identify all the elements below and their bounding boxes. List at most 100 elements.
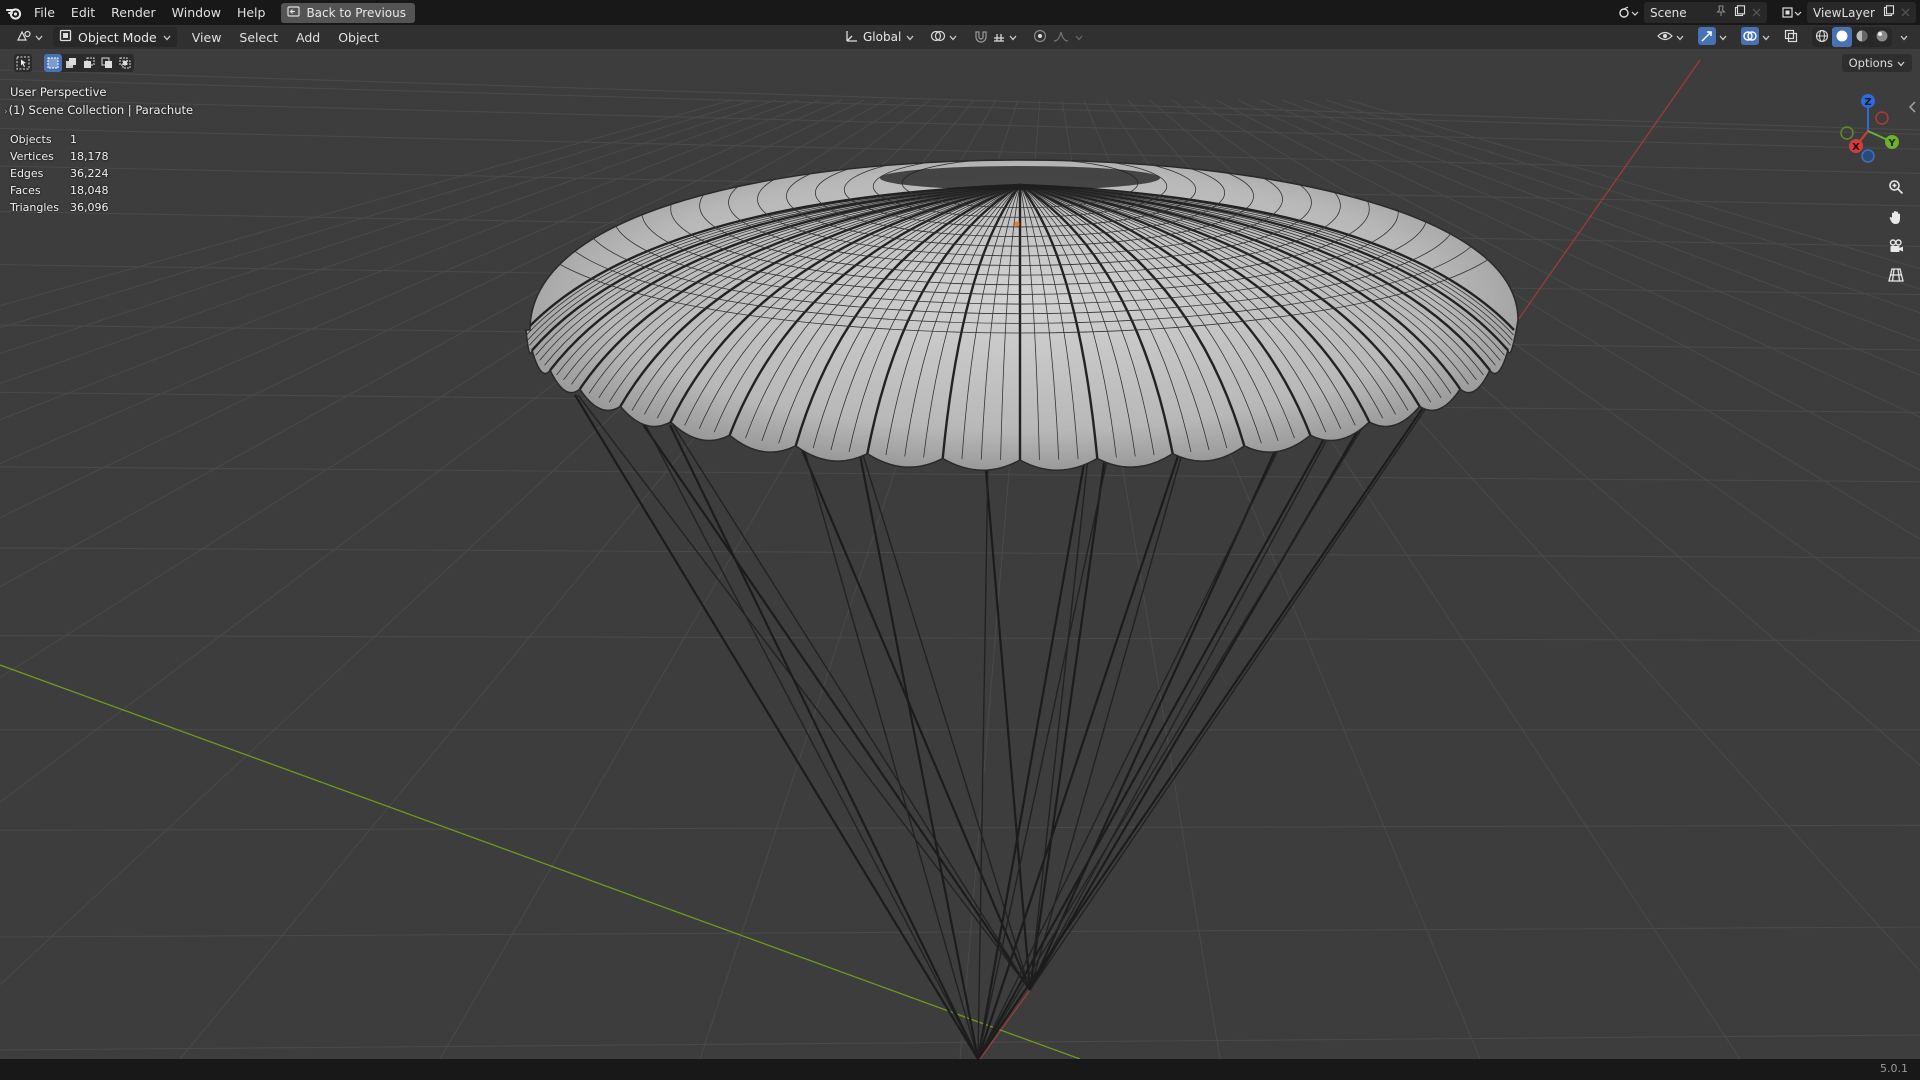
chevron-down-icon [1009,30,1017,44]
menu-file[interactable]: File [26,0,63,25]
wireframe-shading-button[interactable] [1812,27,1832,47]
options-label: Options [1848,56,1893,70]
menu-render[interactable]: Render [103,0,164,25]
chevron-down-icon [1676,30,1684,44]
chevron-down-icon [35,30,43,44]
visibility-dropdown[interactable] [1651,27,1690,47]
remove-scene-icon[interactable] [1752,6,1761,20]
viewlayer-selector[interactable]: ViewLayer [1807,2,1916,23]
x-axis-line [1517,59,1701,321]
object-mode-icon [59,29,72,45]
snap-grid-icon [992,29,1006,46]
transform-orientation-label: Global [863,30,902,44]
expand-arrow-icon[interactable]: › [4,107,8,117]
viewport-header: Object Mode View Select Add Object Globa… [0,25,1920,49]
gizmo-neg-x[interactable] [1875,111,1889,125]
solid-shading-button[interactable] [1832,27,1852,47]
select-intersect-icon[interactable] [116,54,134,72]
stat-value: 1 [70,133,77,146]
version-label: 5.0.1 [1880,1062,1908,1075]
chevron-down-icon [1897,56,1905,70]
menu-view[interactable]: View [183,30,231,45]
camera-view-icon[interactable] [1888,238,1912,262]
gizmo-neg-z[interactable] [1861,149,1875,163]
stat-value: 36,096 [70,201,109,214]
select-new-icon[interactable] [44,54,62,72]
transform-orientation-dropdown[interactable]: Global [838,27,920,47]
sidebar-toggle-arrow-icon[interactable] [1908,99,1918,115]
select-cursor-icon [14,54,32,72]
zoom-icon[interactable] [1888,179,1912,203]
gizmo-x-label: X [1852,142,1860,153]
scene-statistics: Objects 1 Vertices 18,178 Edges 36,224 Face… [10,131,109,216]
chevron-down-icon [1075,30,1083,44]
remove-viewlayer-icon[interactable] [1901,6,1910,20]
stat-label: Faces [10,184,41,197]
3d-viewport[interactable]: User Perspective ›(1) Scene Collection |… [0,49,1920,1059]
viewport-display-controls [1651,25,1914,49]
menu-edit[interactable]: Edit [63,0,103,25]
options-dropdown[interactable]: Options [1841,54,1912,72]
pin-icon[interactable] [1716,5,1726,20]
menu-window[interactable]: Window [164,0,229,25]
scene-selector[interactable]: Scene [1644,2,1767,23]
menu-add[interactable]: Add [287,30,329,45]
falloff-curve-icon [1053,30,1069,45]
collection-path-row: ›(1) Scene Collection | Parachute [4,103,193,117]
xray-toggle[interactable] [1778,27,1804,47]
stat-value: 18,178 [70,150,109,163]
gizmo-y-label: Y [1887,138,1896,149]
gizmo-toggle[interactable] [1692,26,1733,47]
object-mode-dropdown[interactable]: Object Mode [53,27,177,47]
editor-type-selector[interactable] [10,27,49,47]
gizmo-z-label: Z [1864,97,1871,108]
new-viewlayer-icon[interactable] [1883,5,1895,20]
menu-object[interactable]: Object [329,30,388,45]
viewport-canvas [0,59,1920,1059]
menu-help[interactable]: Help [229,0,274,25]
select-difference-icon[interactable] [98,54,116,72]
scene-browse-icon[interactable] [1614,5,1644,20]
top-bar: File Edit Render Window Help Back to Pre… [0,0,1920,25]
rendered-shading-button[interactable] [1872,27,1892,47]
select-subtract-icon[interactable] [80,54,98,72]
back-to-previous-button[interactable]: Back to Previous [281,2,415,23]
navigation-gizmo[interactable]: Z Y X [1828,87,1912,171]
orientation-axes-icon [844,29,858,46]
active-tool-button[interactable] [14,54,32,72]
select-extend-icon[interactable] [62,54,80,72]
pivot-point-dropdown[interactable] [924,27,963,47]
chevron-down-icon [1762,30,1770,44]
scene-name: Scene [1650,5,1687,20]
stat-row: Triangles 36,096 [10,199,109,216]
shading-options-dropdown[interactable] [1894,27,1914,47]
magnet-icon [973,29,989,46]
object-origin-dot [1014,221,1020,227]
chevron-down-icon [906,30,914,44]
stat-row: Objects 1 [10,131,109,148]
stat-row: Edges 36,224 [10,165,109,182]
new-scene-icon[interactable] [1734,5,1746,20]
perspective-toggle-icon[interactable] [1888,267,1912,291]
menu-select[interactable]: Select [230,30,287,45]
parachute-canopy[interactable] [525,117,1519,471]
blender-logo-icon[interactable] [2,0,26,25]
material-shading-button[interactable] [1852,27,1872,47]
overlays-toggle[interactable] [1735,26,1776,47]
gizmo-neg-y[interactable] [1840,126,1854,140]
chevron-down-icon [1719,30,1727,44]
stat-label: Edges [10,167,44,180]
view-name: User Perspective [10,85,107,99]
stat-label: Vertices [10,150,54,163]
3d-viewport-icon [16,29,32,46]
suspension-lines [574,382,1444,1059]
stat-label: Objects [10,133,52,146]
stat-row: Faces 18,048 [10,182,109,199]
pan-hand-icon[interactable] [1888,209,1912,233]
viewlayer-browse-icon[interactable] [1777,6,1807,20]
proportional-editing-toggle[interactable] [1027,27,1089,47]
pivot-icon [930,29,946,46]
snap-toggle[interactable] [967,27,1023,47]
shading-mode-group [1812,27,1892,47]
wireframe-sphere-icon [1815,29,1829,46]
